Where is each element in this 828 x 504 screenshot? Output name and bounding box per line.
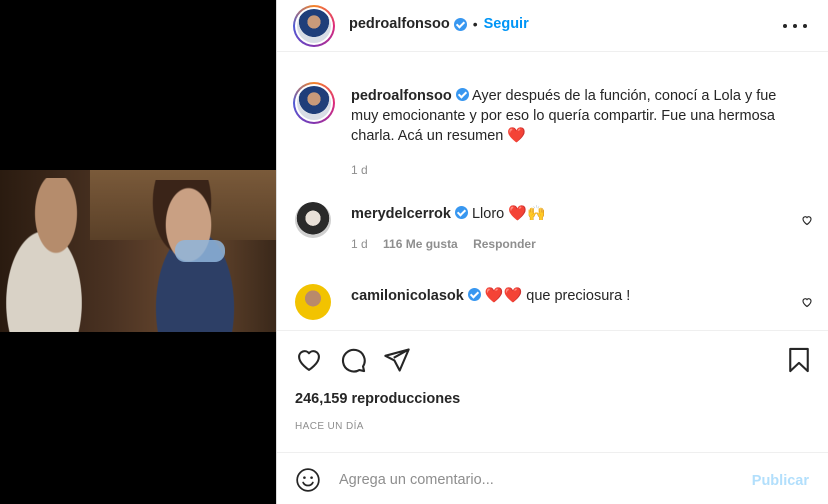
comment-body: camilonicolasok ❤️❤️ que preciosura ! <box>351 286 791 306</box>
post-header: pedroalfonsoo • Seguir <box>277 0 828 52</box>
views-count[interactable]: 246,159 reproducciones <box>295 391 460 407</box>
more-icon[interactable] <box>783 14 807 38</box>
video-face-mask <box>175 240 225 262</box>
post-video[interactable] <box>0 170 276 332</box>
emoji-icon[interactable] <box>295 467 321 493</box>
comment-like-icon[interactable] <box>801 214 813 226</box>
comment-username[interactable]: merydelcerrok <box>351 206 451 222</box>
author-username[interactable]: pedroalfonsoo <box>349 16 450 32</box>
verified-icon <box>455 88 469 101</box>
reply-button[interactable]: Responder <box>473 237 536 251</box>
video-man <box>0 178 110 332</box>
comment-avatar[interactable] <box>295 202 331 238</box>
comment-icon[interactable] <box>339 346 367 374</box>
comment-like-icon[interactable] <box>801 296 813 308</box>
comment-text: Lloro <box>471 206 505 222</box>
separator-dot: • <box>472 16 478 32</box>
caption-heart-emoji: ❤️ <box>507 127 527 144</box>
post-panel: pedroalfonsoo • Seguir pedroalfonsoo Aye… <box>276 0 828 504</box>
verified-icon <box>454 206 468 219</box>
caption-avatar[interactable] <box>293 82 335 124</box>
bookmark-icon[interactable] <box>785 346 813 374</box>
comment-likes[interactable]: 116 Me gusta <box>383 237 458 251</box>
comment-emoji: ❤️❤️ <box>484 287 523 304</box>
caption-username[interactable]: pedroalfonsoo <box>351 88 452 104</box>
caption-body: pedroalfonsoo Ayer después de la función… <box>351 86 791 180</box>
verified-icon <box>467 288 481 301</box>
comment-avatar[interactable] <box>295 284 331 320</box>
post-timestamp: HACE UN DÍA <box>295 421 364 432</box>
share-icon[interactable] <box>383 346 411 374</box>
post-comment-button[interactable]: Publicar <box>752 473 809 489</box>
comments-list: pedroalfonsoo Ayer después de la función… <box>277 52 828 330</box>
header-info: pedroalfonsoo • Seguir <box>349 16 529 32</box>
heart-icon[interactable] <box>295 346 323 374</box>
author-avatar[interactable] <box>293 5 335 47</box>
comment-time[interactable]: 1 d <box>351 237 368 251</box>
verified-icon <box>453 17 467 31</box>
comment-body: merydelcerrok Lloro ❤️🙌 1 d 116 Me gusta… <box>351 204 791 254</box>
comment-username[interactable]: camilonicolasok <box>351 288 464 304</box>
media-area <box>0 0 276 504</box>
comment-text: que preciosura ! <box>526 288 631 304</box>
comment-emoji: ❤️🙌 <box>508 205 546 222</box>
caption-time[interactable]: 1 d <box>351 163 368 177</box>
comment-composer: Publicar <box>277 452 828 504</box>
comment-input[interactable] <box>339 467 739 493</box>
action-bar: 246,159 reproducciones HACE UN DÍA <box>277 330 828 452</box>
follow-button[interactable]: Seguir <box>484 16 529 32</box>
